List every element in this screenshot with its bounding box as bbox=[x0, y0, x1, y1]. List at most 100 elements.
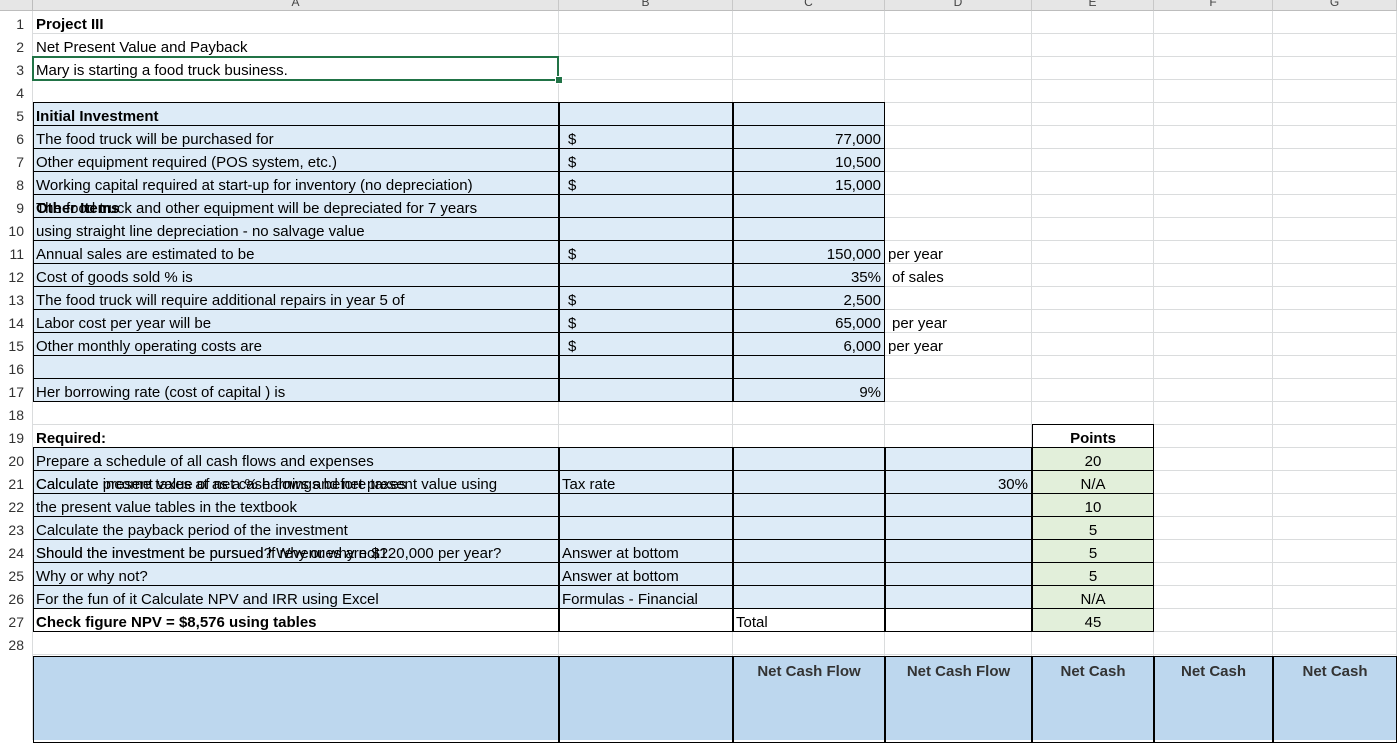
cell-e23[interactable]: 5 bbox=[1032, 517, 1154, 540]
cell-a1[interactable]: Project III bbox=[33, 11, 559, 34]
cell-a22-line1[interactable]: Calculate present value of net cash flow… bbox=[33, 471, 559, 494]
cell-a19[interactable]: Required: bbox=[33, 425, 559, 448]
cell-b13[interactable]: $ bbox=[559, 287, 733, 310]
column-header-e[interactable]: E bbox=[1032, 0, 1154, 11]
cell-e24[interactable]: 5 bbox=[1032, 540, 1154, 563]
cell-d21[interactable]: 30% bbox=[885, 471, 1032, 494]
row-header-8[interactable]: 8 bbox=[0, 172, 33, 195]
column-header-d[interactable]: D bbox=[885, 0, 1032, 11]
row-header-17[interactable]: 17 bbox=[0, 379, 33, 402]
column-header-a[interactable]: A bbox=[33, 0, 559, 11]
cell-e20[interactable]: 20 bbox=[1032, 448, 1154, 471]
cell-b21[interactable]: Tax rate bbox=[559, 471, 733, 494]
cell-d29[interactable]: Net Cash Flow bbox=[885, 657, 1032, 680]
cell-e27[interactable]: 45 bbox=[1032, 609, 1154, 632]
cell-a26[interactable]: For the fun of it Calculate NPV and IRR … bbox=[33, 586, 559, 609]
cell-b24[interactable]: Answer at bottom bbox=[559, 540, 733, 563]
cell-g29[interactable]: Net Cash bbox=[1273, 657, 1397, 680]
cell-a12[interactable]: Cost of goods sold % is bbox=[33, 264, 559, 287]
cell-a10-line1[interactable]: The food truck and other equipment will … bbox=[33, 195, 559, 218]
row-header-10[interactable]: 10 bbox=[0, 218, 33, 241]
cell-a25-line1[interactable]: Should the investment be pursued if reve… bbox=[33, 540, 559, 563]
cell-a20[interactable]: Prepare a schedule of all cash flows and… bbox=[33, 448, 559, 471]
select-all-corner[interactable] bbox=[0, 0, 33, 11]
cell-d12[interactable]: of sales bbox=[885, 264, 1032, 287]
row-header-11[interactable]: 11 bbox=[0, 241, 33, 264]
cell-b15[interactable]: $ bbox=[559, 333, 733, 356]
cell-e22[interactable]: 10 bbox=[1032, 494, 1154, 517]
cell-c12[interactable]: 35% bbox=[733, 264, 885, 287]
cell-d15[interactable]: per year bbox=[885, 333, 1032, 356]
row-header-5[interactable]: 5 bbox=[0, 103, 33, 126]
row-header-16[interactable]: 16 bbox=[0, 356, 33, 379]
cell-c29[interactable]: Net Cash Flow bbox=[733, 657, 885, 680]
cell-a8[interactable]: Working capital required at start-up for… bbox=[33, 172, 559, 195]
cell-e29[interactable]: Net Cash bbox=[1032, 657, 1154, 680]
cell-a22-line2[interactable]: the present value tables in the textbook bbox=[33, 494, 559, 517]
cell-a11[interactable]: Annual sales are estimated to be bbox=[33, 241, 559, 264]
row-header-22[interactable]: 22 bbox=[0, 494, 33, 517]
cell-b8[interactable]: $ bbox=[559, 172, 733, 195]
cell-d14[interactable]: per year bbox=[885, 310, 1032, 333]
cell-e19[interactable]: Points bbox=[1032, 425, 1154, 448]
fill-handle[interactable] bbox=[555, 76, 563, 84]
cell-c27[interactable]: Total bbox=[733, 609, 885, 632]
row-header-15[interactable]: 15 bbox=[0, 333, 33, 356]
row-header-2[interactable]: 2 bbox=[0, 34, 33, 57]
cell-c7[interactable]: 10,500 bbox=[733, 149, 885, 172]
row-header-3[interactable]: 3 bbox=[0, 57, 33, 80]
row-header-23[interactable]: 23 bbox=[0, 517, 33, 540]
row-header-1[interactable]: 1 bbox=[0, 11, 33, 34]
column-header-b[interactable]: B bbox=[559, 0, 733, 11]
column-header-c[interactable]: C bbox=[733, 0, 885, 11]
row-header-12[interactable]: 12 bbox=[0, 264, 33, 287]
cell-f29[interactable]: Net Cash bbox=[1154, 657, 1273, 680]
cell-a14[interactable]: Labor cost per year will be bbox=[33, 310, 559, 333]
cell-b26[interactable]: Formulas - Financial bbox=[559, 586, 733, 609]
cell-c6[interactable]: 77,000 bbox=[733, 126, 885, 149]
cell-e26[interactable]: N/A bbox=[1032, 586, 1154, 609]
active-cell-selection[interactable] bbox=[32, 56, 559, 81]
row-header-7[interactable]: 7 bbox=[0, 149, 33, 172]
cell-d11[interactable]: per year bbox=[885, 241, 1032, 264]
cell-c17[interactable]: 9% bbox=[733, 379, 885, 402]
cell-c8[interactable]: 15,000 bbox=[733, 172, 885, 195]
row-header-4[interactable]: 4 bbox=[0, 80, 33, 103]
row-header-27[interactable]: 27 bbox=[0, 609, 33, 632]
cell-a10-line2[interactable]: using straight line depreciation - no sa… bbox=[33, 218, 559, 241]
cell-a25-line2[interactable]: Why or why not? bbox=[33, 563, 559, 586]
cell-c15[interactable]: 6,000 bbox=[733, 333, 885, 356]
row-header-26[interactable]: 26 bbox=[0, 586, 33, 609]
cell-a17[interactable]: Her borrowing rate (cost of capital ) is bbox=[33, 379, 559, 402]
row-header-19[interactable]: 19 bbox=[0, 425, 33, 448]
cell-c11[interactable]: 150,000 bbox=[733, 241, 885, 264]
cell-a23[interactable]: Calculate the payback period of the inve… bbox=[33, 517, 559, 540]
column-header-f[interactable]: F bbox=[1154, 0, 1273, 11]
cell-e21[interactable]: N/A bbox=[1032, 471, 1154, 494]
row-header-13[interactable]: 13 bbox=[0, 287, 33, 310]
row-header-28[interactable]: 28 bbox=[0, 632, 33, 655]
row-header-20[interactable]: 20 bbox=[0, 448, 33, 471]
cell-b7[interactable]: $ bbox=[559, 149, 733, 172]
row-header-9[interactable]: 9 bbox=[0, 195, 33, 218]
cell-b25[interactable]: Answer at bottom bbox=[559, 563, 733, 586]
cell-a15[interactable]: Other monthly operating costs are bbox=[33, 333, 559, 356]
cell-a5[interactable]: Initial Investment bbox=[33, 103, 559, 126]
cell-a6[interactable]: The food truck will be purchased for bbox=[33, 126, 559, 149]
cell-b14[interactable]: $ bbox=[559, 310, 733, 333]
row-header-21[interactable]: 21 bbox=[0, 471, 33, 494]
row-header-14[interactable]: 14 bbox=[0, 310, 33, 333]
cell-c14[interactable]: 65,000 bbox=[733, 310, 885, 333]
cell-c13[interactable]: 2,500 bbox=[733, 287, 885, 310]
row-header-24[interactable]: 24 bbox=[0, 540, 33, 563]
row-header-18[interactable]: 18 bbox=[0, 402, 33, 425]
cell-a2[interactable]: Net Present Value and Payback bbox=[33, 34, 559, 57]
cell-b11[interactable]: $ bbox=[559, 241, 733, 264]
cell-e25[interactable]: 5 bbox=[1032, 563, 1154, 586]
cell-a7[interactable]: Other equipment required (POS system, et… bbox=[33, 149, 559, 172]
row-header-6[interactable]: 6 bbox=[0, 126, 33, 149]
cell-a13[interactable]: The food truck will require additional r… bbox=[33, 287, 559, 310]
column-header-g[interactable]: G bbox=[1273, 0, 1397, 11]
cell-a27[interactable]: Check figure NPV = $8,576 using tables bbox=[33, 609, 559, 632]
row-header-25[interactable]: 25 bbox=[0, 563, 33, 586]
